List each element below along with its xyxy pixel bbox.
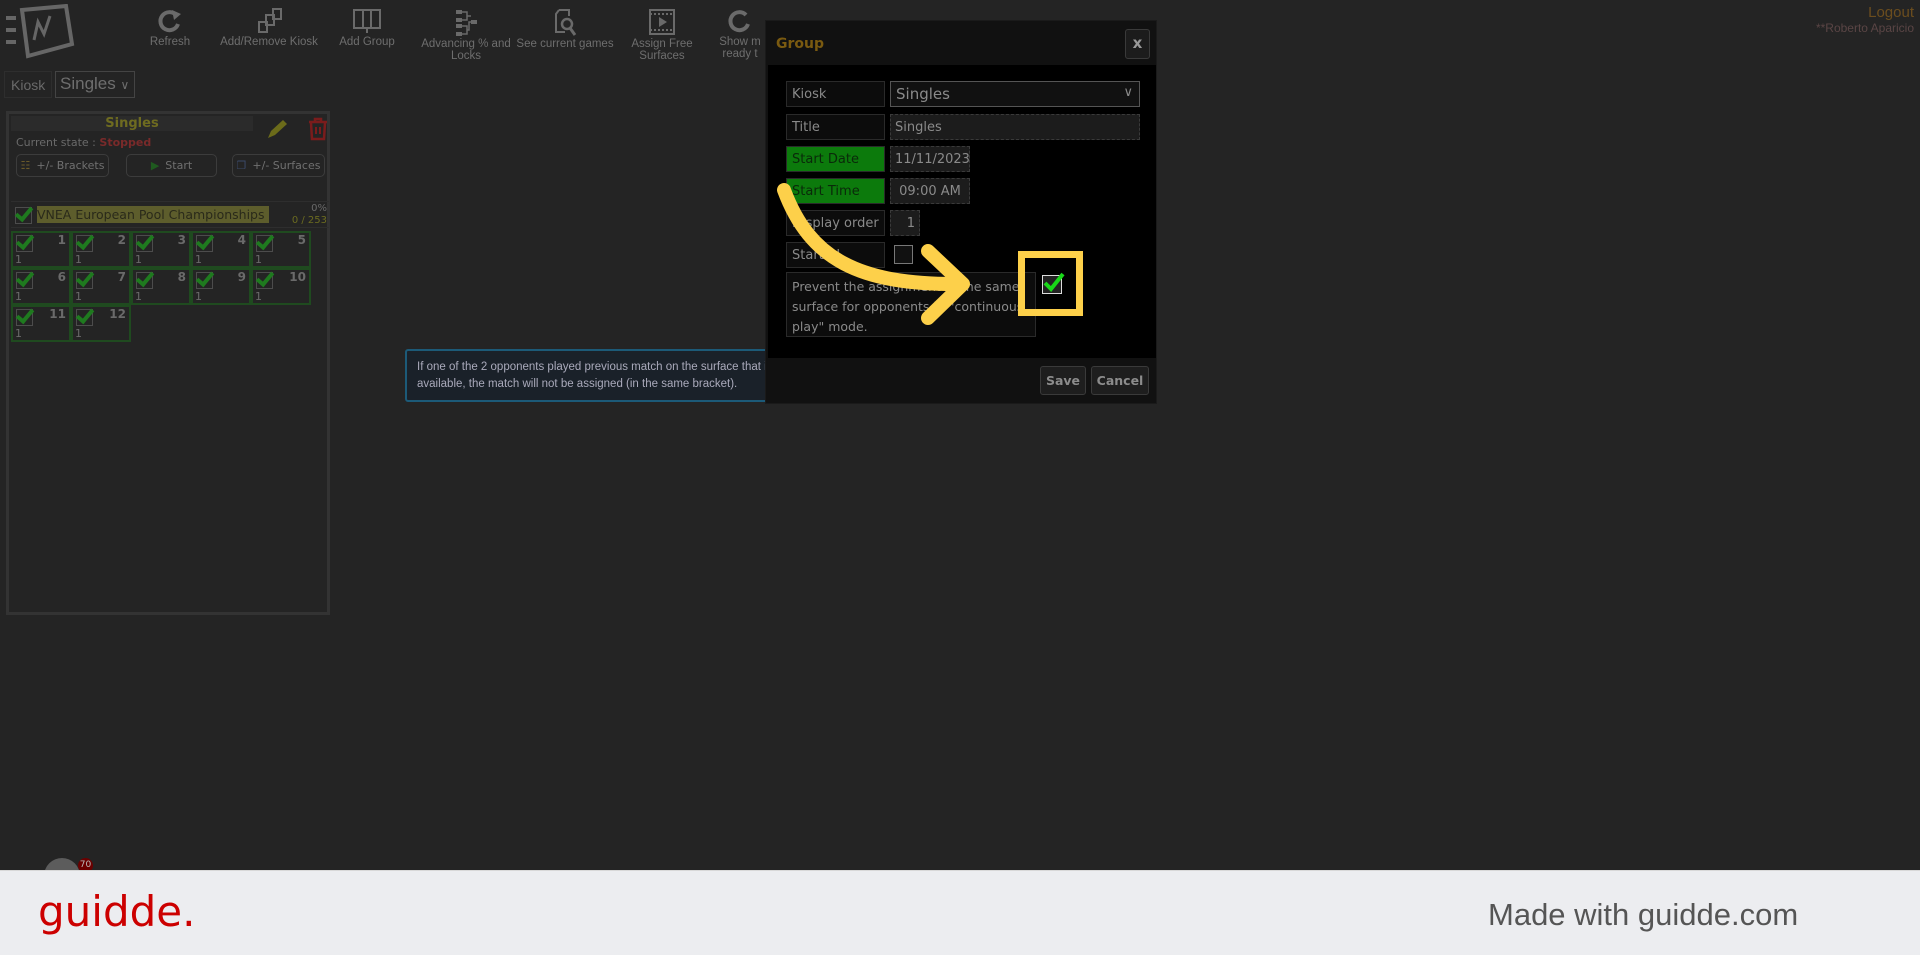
guidde-footer: guidde. Made with guidde.com xyxy=(0,870,1920,955)
footer-tagline: Made with guidde.com xyxy=(1488,897,1799,932)
guidde-logo: guidde. xyxy=(38,887,196,936)
pointer-arrow-icon xyxy=(777,183,970,325)
